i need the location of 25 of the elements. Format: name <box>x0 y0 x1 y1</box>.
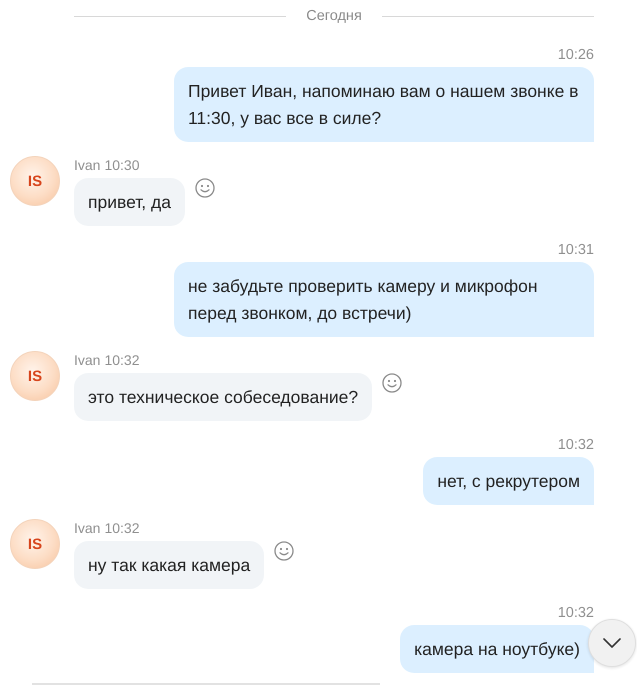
avatar: IS <box>10 351 60 401</box>
sender-name: Ivan <box>74 520 100 536</box>
date-separator-label: Сегодня <box>306 7 362 25</box>
message-time: 10:31 <box>558 242 594 258</box>
smiley-icon[interactable] <box>382 373 402 393</box>
message-time: 10:32 <box>558 437 594 453</box>
smiley-icon[interactable] <box>274 541 294 561</box>
message-time: 10:30 <box>104 157 140 173</box>
outgoing-message-bubble: нет, с рекрутером <box>423 457 594 505</box>
incoming-message-bubble: привет, да <box>74 178 185 226</box>
sender-name: Ivan <box>74 157 100 173</box>
sender-name: Ivan <box>74 352 100 368</box>
avatar: IS <box>10 156 60 206</box>
outgoing-message-bubble: не забудьте проверить камеру и микрофон перед звонком, до встречи) <box>174 262 594 337</box>
message-time: 10:32 <box>104 520 140 536</box>
outgoing-message-bubble: Привет Иван, напоминаю вам о нашем звонке в 11:30, у вас все в силе? <box>174 67 594 142</box>
message-time: 10:32 <box>104 352 140 368</box>
message-time: 10:32 <box>558 605 594 621</box>
message-time: 10:26 <box>558 47 594 63</box>
avatar: IS <box>10 519 60 569</box>
chevron-down-icon <box>603 638 621 648</box>
outgoing-message-bubble: камера на ноутбуке) <box>400 625 594 673</box>
incoming-message-bubble: это техническое собеседование? <box>74 373 372 421</box>
incoming-message-bubble: ну так какая камера <box>74 541 264 589</box>
smiley-icon[interactable] <box>194 178 215 198</box>
